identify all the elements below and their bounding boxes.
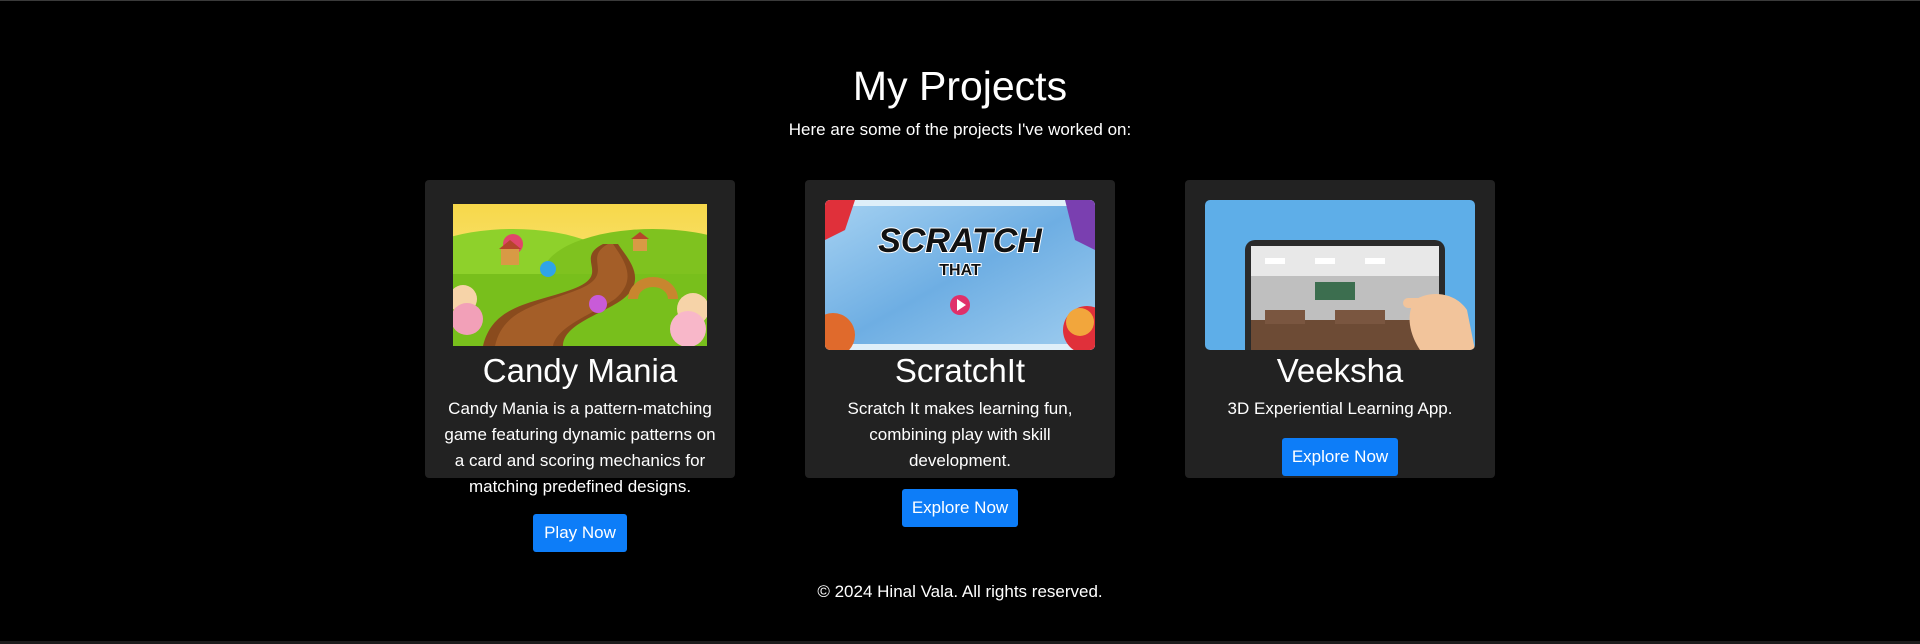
scratch-logo-text: SCRATCH [878, 222, 1043, 260]
explore-now-button[interactable]: Explore Now [1282, 438, 1398, 476]
page-subtitle: Here are some of the projects I've worke… [788, 120, 1132, 139]
card-title: ScratchIt [894, 352, 1026, 389]
card-description: Scratch It makes learning fun, combining… [847, 399, 1073, 470]
project-card-candy-mania: Candy Mania Candy Mania is a pattern-mat… [425, 180, 735, 496]
veeksha-thumbnail [1205, 200, 1475, 350]
copyright-footer: © 2024 Hinal Vala. All rights reserved. [817, 582, 1103, 601]
that-logo-text: THAT [939, 262, 981, 279]
card-description: 3D Experiential Learning App. [1227, 399, 1453, 418]
project-card-veeksha: Veeksha 3D Experiential Learning App. Ex… [1185, 180, 1495, 478]
project-card-scratchit: SCRATCH THAT ScratchIt Scratch It makes … [805, 180, 1115, 478]
card-title: Candy Mania [482, 352, 678, 389]
candy-mania-thumbnail [453, 204, 707, 346]
card-description: Candy Mania is a pattern-matching game f… [444, 399, 716, 496]
explore-now-button[interactable]: Explore Now [902, 489, 1018, 527]
projects-page: My Projects Here are some of the project… [0, 0, 1920, 644]
card-title: Veeksha [1276, 352, 1404, 389]
scratchit-thumbnail: SCRATCH THAT [825, 200, 1095, 350]
play-now-button[interactable]: Play Now [533, 514, 627, 552]
page-title: My Projects [852, 63, 1068, 109]
